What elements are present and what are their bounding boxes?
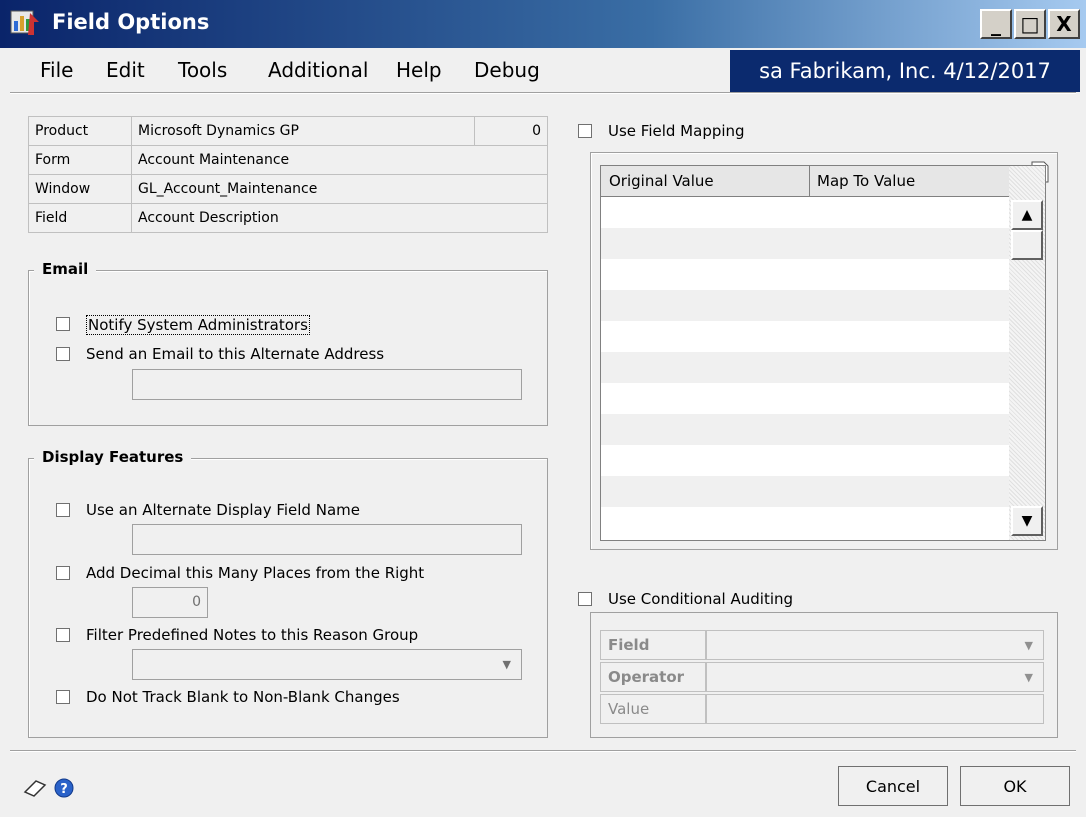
alt-name-field[interactable] xyxy=(132,524,522,555)
alternate-address-field[interactable] xyxy=(132,369,522,400)
notify-admins-checkbox[interactable] xyxy=(56,317,70,331)
field-value: Account Description xyxy=(131,203,548,233)
minimize-button[interactable]: _ xyxy=(980,9,1012,39)
cond-operator-label: Operator xyxy=(608,668,685,686)
menu-tools[interactable]: Tools xyxy=(178,58,227,82)
form-value: Account Maintenance xyxy=(131,145,548,175)
table-row[interactable] xyxy=(601,259,1009,290)
ok-button[interactable]: OK xyxy=(960,766,1070,806)
field-mapping-grid[interactable]: Original Value Map To Value ▲ ▼ xyxy=(600,165,1046,541)
table-row[interactable] xyxy=(601,507,1009,538)
email-group-title: Email xyxy=(34,260,97,278)
chevron-down-icon: ▼ xyxy=(502,658,511,671)
app-icon xyxy=(10,9,40,37)
note-icon[interactable] xyxy=(22,778,48,798)
filter-notes-checkbox[interactable] xyxy=(56,628,70,642)
chevron-down-icon: ▼ xyxy=(1024,639,1033,652)
window-title: Field Options xyxy=(52,10,210,34)
reason-group-dropdown[interactable]: ▼ xyxy=(132,649,522,680)
table-row[interactable] xyxy=(601,383,1009,414)
user-company-date-banner: sa Fabrikam, Inc. 4/12/2017 xyxy=(730,50,1080,92)
use-field-mapping-label[interactable]: Use Field Mapping xyxy=(608,122,745,140)
table-row[interactable] xyxy=(601,476,1009,507)
notify-admins-label[interactable]: Notify System Administrators xyxy=(86,315,310,335)
form-label: Form xyxy=(28,145,132,175)
table-row[interactable] xyxy=(601,197,1009,228)
scroll-down-icon[interactable]: ▼ xyxy=(1011,506,1043,536)
send-email-checkbox[interactable] xyxy=(56,347,70,361)
decimal-checkbox[interactable] xyxy=(56,566,70,580)
send-email-label[interactable]: Send an Email to this Alternate Address xyxy=(86,345,384,363)
maximize-button[interactable]: □ xyxy=(1014,9,1046,39)
table-row[interactable] xyxy=(601,290,1009,321)
use-conditional-auditing-label[interactable]: Use Conditional Auditing xyxy=(608,590,793,608)
field-info-table: Product Microsoft Dynamics GP 0 Form Acc… xyxy=(28,116,548,233)
menu-divider xyxy=(10,92,1076,94)
col-map-to-value[interactable]: Map To Value xyxy=(817,172,915,190)
grid-scrollbar[interactable]: ▲ ▼ xyxy=(1009,166,1045,540)
table-row[interactable] xyxy=(601,352,1009,383)
menu-file[interactable]: File xyxy=(40,58,73,82)
use-conditional-auditing-checkbox[interactable] xyxy=(578,592,592,606)
cond-field-dropdown[interactable]: ▼ xyxy=(706,630,1044,660)
use-field-mapping-checkbox[interactable] xyxy=(578,124,592,138)
scroll-thumb[interactable] xyxy=(1011,230,1043,260)
decimal-label[interactable]: Add Decimal this Many Places from the Ri… xyxy=(86,564,424,582)
blank-changes-label[interactable]: Do Not Track Blank to Non-Blank Changes xyxy=(86,688,400,706)
chevron-down-icon: ▼ xyxy=(1024,671,1033,684)
menu-debug[interactable]: Debug xyxy=(474,58,540,82)
bottom-divider xyxy=(10,750,1076,752)
product-id: 0 xyxy=(474,116,548,146)
window-label: Window xyxy=(28,174,132,204)
decimal-places-field[interactable]: 0 xyxy=(132,587,208,618)
menu-additional[interactable]: Additional xyxy=(268,58,368,82)
cond-field-label: Field xyxy=(608,636,650,654)
help-icon[interactable]: ? xyxy=(54,778,74,798)
product-value: Microsoft Dynamics GP xyxy=(131,116,475,146)
table-row[interactable] xyxy=(601,414,1009,445)
menu-edit[interactable]: Edit xyxy=(106,58,145,82)
display-features-title: Display Features xyxy=(34,448,192,466)
close-button[interactable]: X xyxy=(1048,9,1080,39)
alt-name-label[interactable]: Use an Alternate Display Field Name xyxy=(86,501,360,519)
field-label: Field xyxy=(28,203,132,233)
table-row[interactable] xyxy=(601,228,1009,259)
column-divider xyxy=(809,166,810,196)
cancel-button[interactable]: Cancel xyxy=(838,766,948,806)
alt-name-checkbox[interactable] xyxy=(56,503,70,517)
product-label: Product xyxy=(28,116,132,146)
cond-value-label: Value xyxy=(608,700,650,718)
table-row[interactable] xyxy=(601,445,1009,476)
window-value: GL_Account_Maintenance xyxy=(131,174,548,204)
cond-operator-dropdown[interactable]: ▼ xyxy=(706,662,1044,692)
table-row[interactable] xyxy=(601,321,1009,352)
scroll-up-icon[interactable]: ▲ xyxy=(1011,200,1043,230)
grid-header: Original Value Map To Value xyxy=(601,166,1009,197)
svg-text:?: ? xyxy=(60,782,68,797)
cond-value-field[interactable] xyxy=(706,694,1044,724)
col-original-value[interactable]: Original Value xyxy=(609,172,714,190)
blank-changes-checkbox[interactable] xyxy=(56,690,70,704)
menu-help[interactable]: Help xyxy=(396,58,442,82)
filter-notes-label[interactable]: Filter Predefined Notes to this Reason G… xyxy=(86,626,418,644)
